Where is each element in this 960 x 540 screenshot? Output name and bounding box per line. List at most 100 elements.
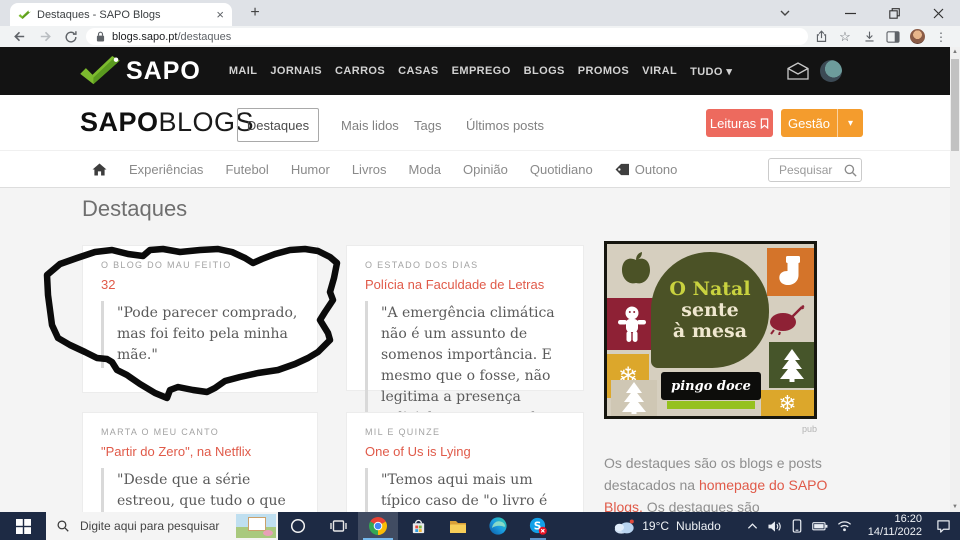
- sapoblogs-brand[interactable]: SAPOBLOGS: [80, 107, 254, 138]
- taskbar-clock[interactable]: 16:20 14/11/2022: [868, 513, 922, 539]
- featured-card-2[interactable]: O ESTADO DOS DIAS Polícia na Faculdade d…: [346, 245, 584, 452]
- lock-icon: [96, 31, 105, 42]
- taskbar-search[interactable]: [46, 512, 278, 540]
- toolbar-right-icons: ☆ ⋮: [810, 26, 952, 47]
- pingo-doce-ad[interactable]: ❄ ❄ O Natal sente à mesa pingo doce: [604, 241, 817, 419]
- nav-futebol[interactable]: Futebol: [225, 162, 268, 177]
- clock-date: 14/11/2022: [867, 526, 922, 538]
- close-window-button[interactable]: [916, 0, 960, 26]
- tab-ultimos-posts[interactable]: Últimos posts: [466, 109, 544, 141]
- taskbar-store-button[interactable]: [398, 512, 438, 540]
- taskbar-skype-button[interactable]: S: [518, 512, 558, 540]
- back-button[interactable]: [6, 27, 32, 47]
- caret-down-icon: ▾: [847, 117, 854, 129]
- page-scrollbar[interactable]: ▲ ▼: [950, 47, 960, 512]
- search-icon[interactable]: [843, 163, 858, 178]
- bookmark-star-icon[interactable]: ☆: [834, 27, 856, 47]
- tab-close-icon[interactable]: ×: [216, 7, 224, 22]
- card-blog-name[interactable]: MIL E QUINZE: [365, 427, 567, 437]
- restore-button[interactable]: [872, 0, 916, 26]
- sapo-nav-jornais[interactable]: JORNAIS: [270, 65, 322, 77]
- scrollbar-thumb[interactable]: [951, 59, 959, 151]
- tab-mais-lidos[interactable]: Mais lidos: [341, 109, 399, 141]
- gingerbread-icon: [607, 298, 657, 350]
- cloud-icon: [615, 518, 635, 534]
- card-blog-name[interactable]: O ESTADO DOS DIAS: [365, 260, 567, 270]
- leituras-button[interactable]: Leituras: [706, 109, 773, 137]
- cortana-button[interactable]: [278, 512, 318, 540]
- chrome-menu-icon[interactable]: ⋮: [930, 27, 952, 47]
- sapo-nav-mail[interactable]: MAIL: [229, 65, 257, 77]
- sapo-nav-viral[interactable]: VIRAL: [642, 65, 677, 77]
- battery-icon[interactable]: [811, 520, 828, 532]
- scroll-up-icon[interactable]: ▲: [950, 47, 960, 57]
- brand-bold: SAPO: [80, 107, 159, 137]
- card-post-link[interactable]: One of Us is Lying: [365, 444, 567, 459]
- sapo-bar-right: [786, 47, 842, 95]
- featured-card-1[interactable]: O BLOG DO MAU FEITIO 32 "Pode parecer co…: [82, 245, 318, 393]
- weather-widget[interactable]: 19°C Nublado: [613, 518, 721, 534]
- mail-envelope-icon[interactable]: [786, 62, 810, 80]
- blog-search[interactable]: [768, 158, 862, 182]
- gestao-dropdown-button[interactable]: ▾: [837, 109, 863, 137]
- sapo-logo[interactable]: SAPO: [78, 55, 201, 87]
- task-view-button[interactable]: [318, 512, 358, 540]
- tab-search-chevron-icon[interactable]: [770, 0, 800, 26]
- taskbar-explorer-button[interactable]: [438, 512, 478, 540]
- tray-chevron-up-icon[interactable]: [747, 522, 758, 530]
- side-panel-icon[interactable]: [882, 27, 904, 47]
- share-icon[interactable]: [810, 27, 832, 47]
- nav-tag-outono[interactable]: Outono: [615, 162, 677, 177]
- profile-avatar[interactable]: [906, 27, 928, 47]
- nav-humor[interactable]: Humor: [291, 162, 330, 177]
- minimize-button[interactable]: [828, 0, 872, 26]
- nav-opiniao[interactable]: Opinião: [463, 162, 508, 177]
- nav-quotidiano[interactable]: Quotidiano: [530, 162, 593, 177]
- reload-button[interactable]: [58, 27, 84, 47]
- download-icon[interactable]: [858, 27, 880, 47]
- action-center-button[interactable]: [930, 519, 956, 533]
- tab-destaques[interactable]: Destaques: [237, 108, 319, 142]
- url-host: blogs.sapo.pt: [112, 30, 178, 43]
- card-post-link[interactable]: 32: [101, 277, 301, 292]
- pingo-doce-logo: pingo doce: [661, 372, 761, 400]
- taskbar-chrome-button[interactable]: [358, 512, 398, 540]
- volume-icon[interactable]: [767, 520, 782, 533]
- card-post-link[interactable]: Polícia na Faculdade de Letras: [365, 277, 567, 292]
- blog-search-input[interactable]: [777, 162, 843, 178]
- wifi-icon[interactable]: [837, 520, 852, 532]
- card-blog-name[interactable]: MARTA O MEU CANTO: [101, 427, 301, 437]
- sapo-nav-casas[interactable]: CASAS: [398, 65, 439, 77]
- nav-livros[interactable]: Livros: [352, 162, 387, 177]
- card-post-link[interactable]: "Partir do Zero", na Netflix: [101, 444, 301, 459]
- bing-daily-image[interactable]: [236, 514, 276, 538]
- browser-tab-active[interactable]: Destaques - SAPO Blogs ×: [10, 3, 232, 26]
- ad-message: O Natal sente à mesa: [651, 252, 769, 368]
- scroll-down-icon[interactable]: ▼: [950, 502, 960, 512]
- sapo-nav-tudo[interactable]: TUDO ▾: [690, 65, 732, 78]
- your-phone-icon[interactable]: [791, 519, 803, 533]
- taskbar-search-input[interactable]: [78, 518, 232, 534]
- user-avatar[interactable]: [820, 60, 842, 82]
- card-blog-name[interactable]: O BLOG DO MAU FEITIO: [101, 260, 301, 270]
- new-tab-button[interactable]: +: [244, 2, 266, 24]
- gestao-button[interactable]: Gestão: [781, 109, 837, 137]
- featured-card-3[interactable]: MARTA O MEU CANTO "Partir do Zero", na N…: [82, 412, 318, 512]
- address-bar[interactable]: blogs.sapo.pt/destaques: [86, 28, 808, 45]
- sapo-nav-emprego[interactable]: EMPREGO: [452, 65, 511, 77]
- sapo-nav-promos[interactable]: PROMOS: [578, 65, 629, 77]
- tree-icon: [611, 380, 657, 416]
- tab-tags[interactable]: Tags: [414, 109, 441, 141]
- url-text: blogs.sapo.pt/destaques: [112, 31, 231, 43]
- nav-moda[interactable]: Moda: [409, 162, 442, 177]
- home-icon[interactable]: [92, 162, 107, 176]
- forward-button[interactable]: [32, 27, 58, 47]
- browser-window: Destaques - SAPO Blogs × + blogs.sapo.pt…: [0, 0, 960, 540]
- taskbar-edge-button[interactable]: [478, 512, 518, 540]
- start-button[interactable]: [0, 512, 46, 540]
- sapo-nav-carros[interactable]: CARROS: [335, 65, 385, 77]
- nav-experiencias[interactable]: Experiências: [129, 162, 203, 177]
- sapo-nav-blogs[interactable]: BLOGS: [524, 65, 565, 77]
- featured-card-4[interactable]: MIL E QUINZE One of Us is Lying "Temos a…: [346, 412, 584, 512]
- tag-icon: [615, 163, 630, 176]
